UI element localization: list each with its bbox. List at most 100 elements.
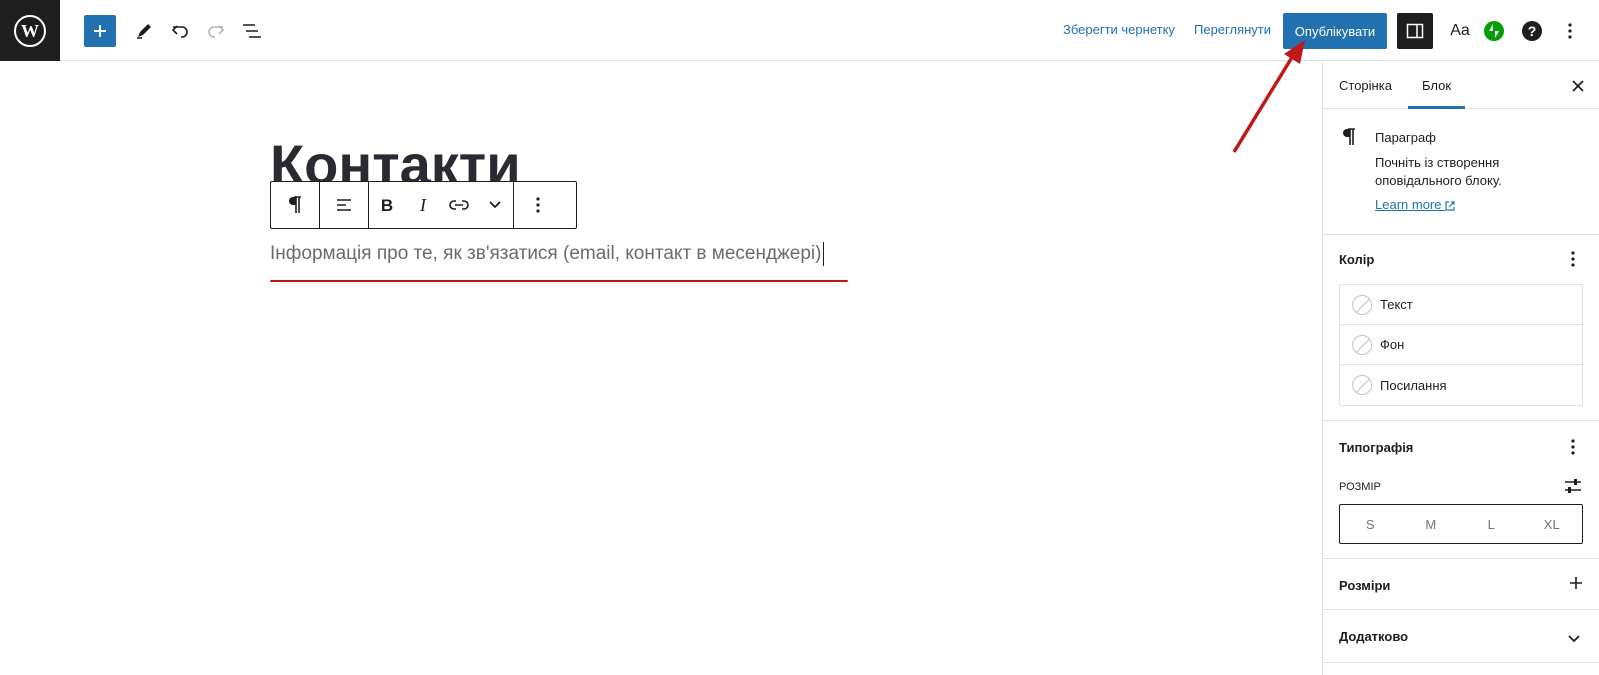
plus-icon [1570,577,1582,589]
typography-panel-title: Типографія [1339,440,1414,455]
active-tab-indicator [1408,106,1465,109]
dimensions-panel-title: Розміри [1339,578,1391,593]
add-block-button[interactable] [84,15,116,47]
custom-size-button[interactable] [1563,476,1583,496]
advanced-panel[interactable]: Додатково [1323,611,1599,663]
font-size-picker: S M L XL [1339,504,1583,544]
settings-sidebar: Сторінка Блок Параграф Почніть із створе… [1322,62,1599,675]
annotation-arrow [1232,40,1305,153]
svg-text:W: W [21,21,39,41]
bold-icon: B [381,196,393,214]
tab-block[interactable]: Блок [1422,78,1451,93]
more-vertical-icon [536,197,540,213]
italic-button[interactable]: I [405,182,441,228]
settings-sidebar-toggle[interactable] [1397,13,1433,49]
more-vertical-icon [1571,439,1575,455]
wordpress-logo-button[interactable]: W [0,0,60,61]
block-options-button[interactable] [514,182,562,228]
align-button[interactable] [320,182,368,228]
block-description: Почніть із створення оповідального блоку… [1375,155,1502,188]
color-panel: Колір Текст Фон Посилання [1323,236,1599,421]
dimensions-add-button[interactable] [1568,575,1584,595]
options-group [514,182,562,228]
chevron-down-icon [489,201,501,209]
block-card: Параграф Почніть із створення оповідальн… [1323,110,1599,235]
block-type-group [271,182,320,228]
paragraph-icon [1341,127,1357,153]
save-draft-button[interactable]: Зберегти чернетку [1063,22,1175,37]
format-group: B I [369,182,514,228]
block-name: Параграф [1375,130,1436,145]
editor-canvas: Контакти B I Інформація про те, як зв'яз… [0,62,1322,675]
block-toolbar: B I [270,181,577,229]
typography-options-button[interactable] [1570,438,1576,459]
text-cursor [823,242,825,266]
paragraph-icon [289,196,301,213]
undo-button[interactable] [164,15,196,47]
sidebar-tabs: Сторінка Блок [1323,62,1599,109]
close-icon [1572,80,1584,92]
learn-more-link[interactable]: Learn more [1375,197,1455,212]
size-option-xl[interactable]: XL [1522,505,1583,543]
color-panel-title: Колір [1339,252,1375,267]
svg-text:I: I [419,196,427,214]
link-icon [449,200,469,210]
more-vertical-icon [1571,251,1575,267]
settings-sliders-icon [1565,479,1581,493]
help-button[interactable]: ? [1516,15,1548,47]
tools-button[interactable] [128,15,160,47]
more-formats-button[interactable] [477,182,513,228]
svg-text:B: B [381,196,393,214]
editor-header: W Зберегти чернетку Переглянути Опубліку… [0,0,1599,61]
document-overview-button[interactable] [236,15,268,47]
paragraph-text: Інформація про те, як зв'язатися (email,… [270,243,822,265]
advanced-toggle[interactable] [1567,631,1581,649]
pencil-icon [137,24,151,39]
size-option-s[interactable]: S [1340,505,1401,543]
size-option-l[interactable]: L [1461,505,1522,543]
sidebar-icon [1406,23,1424,39]
font-size-label: РОЗМІР [1339,481,1381,493]
tab-page[interactable]: Сторінка [1339,78,1392,93]
color-item-link[interactable]: Посилання [1340,365,1582,405]
learn-more-label: Learn more [1375,197,1442,212]
color-item-label: Фон [1380,337,1405,352]
bold-button[interactable]: B [369,182,405,228]
align-left-icon [337,199,351,211]
options-menu-button[interactable] [1554,15,1586,47]
jetpack-button[interactable] [1478,15,1510,47]
empty-swatch-icon [1352,334,1372,355]
list-view-icon [243,24,261,38]
jetpack-icon [1484,21,1504,41]
color-item-label: Текст [1380,297,1413,312]
styles-button[interactable]: Aa [1444,15,1476,47]
italic-icon: I [419,196,427,214]
help-icon: ? [1522,21,1542,41]
empty-swatch-icon [1352,375,1372,395]
typography-panel: Типографія РОЗМІР S M L XL [1323,422,1599,559]
dimensions-panel[interactable]: Розміри [1323,560,1599,610]
advanced-panel-title: Додатково [1339,629,1409,644]
undo-icon [171,25,188,38]
plus-icon [94,25,106,37]
color-item-label: Посилання [1380,377,1447,393]
color-item-text[interactable]: Текст [1340,285,1582,325]
color-list: Текст Фон Посилання [1339,284,1583,406]
empty-swatch-icon [1352,294,1372,315]
svg-text:?: ? [1528,23,1537,39]
color-options-button[interactable] [1570,250,1576,271]
link-button[interactable] [441,182,477,228]
size-option-m[interactable]: M [1401,505,1462,543]
redo-button[interactable] [200,15,232,47]
block-type-button[interactable] [271,182,319,228]
chevron-down-icon [1568,635,1580,643]
external-link-icon [1445,200,1455,211]
close-sidebar-button[interactable] [1568,76,1588,96]
color-item-background[interactable]: Фон [1340,325,1582,365]
paragraph-block[interactable]: Інформація про те, як зв'язатися (email,… [270,242,825,266]
preview-button[interactable]: Переглянути [1194,22,1271,37]
align-group [320,182,369,228]
wordpress-icon: W [14,14,46,47]
annotation-underline [270,280,848,282]
more-vertical-icon [1568,23,1572,39]
